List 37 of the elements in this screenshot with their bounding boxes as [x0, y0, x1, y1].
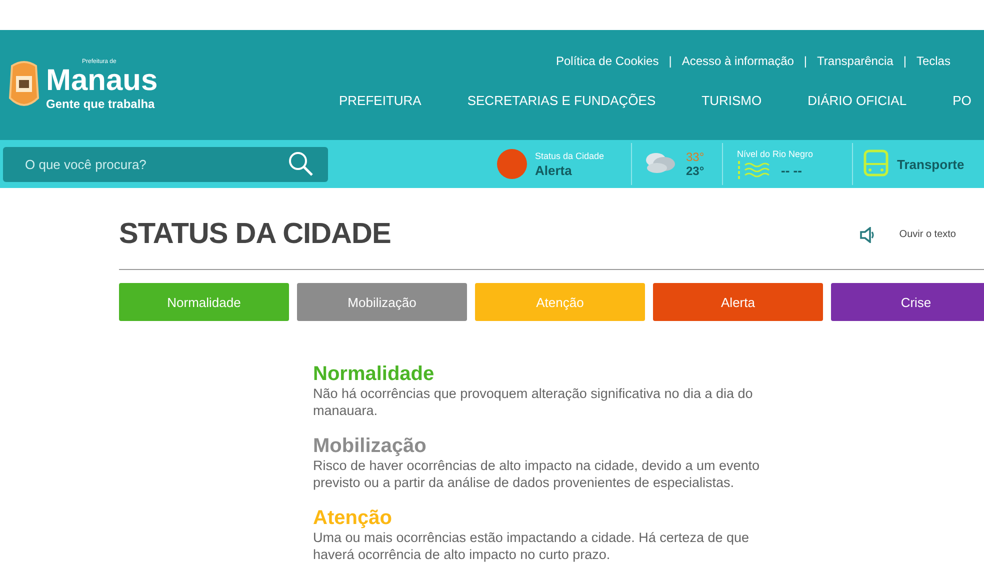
level-button[interactable]: Normalidade: [119, 283, 289, 321]
level-heading: Mobilização: [313, 435, 428, 457]
level-heading: Normalidade: [313, 363, 436, 385]
link-separator: |: [903, 54, 906, 68]
link-separator: |: [668, 54, 672, 68]
search-bar[interactable]: O que você procura?: [3, 146, 328, 182]
page-title: STATUS DA CIDADE: [119, 218, 392, 251]
nav-item[interactable]: SECRETARIAS E FUNDAÇÕES: [467, 93, 656, 108]
level-description: Não há ocorrências que provoquem alteração significativa no dia a dia do manauara.: [313, 385, 754, 419]
river-label: Nível do Rio Negro: [737, 149, 814, 159]
link-separator: |: [804, 54, 808, 68]
river-value: -- --: [781, 162, 802, 178]
top-link[interactable]: Acesso à informação: [682, 54, 794, 68]
search-input[interactable]: O que você procura?: [23, 156, 247, 172]
level-heading: Atenção: [313, 507, 393, 529]
level-description: Uma ou mais ocorrências estão impactando a cidade. Há certeza de que haverá ocorrência de alto impacto no curto prazo.: [313, 529, 750, 563]
nav-item[interactable]: PREFEITURA: [339, 93, 422, 108]
nav-item[interactable]: TURISMO: [702, 93, 762, 108]
search-icon[interactable]: [288, 151, 314, 177]
level-button[interactable]: Mobilização: [297, 283, 467, 321]
status-label: Status da Cidade: [535, 150, 604, 160]
transport-link[interactable]: Transporte: [897, 156, 964, 172]
high-temperature: 33°: [686, 150, 704, 164]
logo-slogan: Gente que trabalha: [46, 96, 156, 112]
top-link[interactable]: Teclas: [916, 54, 950, 68]
low-temperature: 23°: [686, 164, 704, 178]
nav-item[interactable]: PO: [952, 93, 972, 108]
level-button[interactable]: Atenção: [475, 283, 645, 321]
top-link[interactable]: Política de Cookies: [556, 54, 659, 68]
listen-link[interactable]: Ouvir o texto: [899, 229, 956, 240]
nav-item[interactable]: DIÁRIO OFICIAL: [808, 93, 907, 108]
top-link[interactable]: Transparência: [817, 54, 894, 68]
level-description: Risco de haver ocorrências de alto impacto na cidade, devido a um evento previsto ou a partir da análise de dados provenientes de especialistas.: [313, 457, 761, 491]
logo-name: Manaus: [46, 66, 158, 96]
level-button[interactable]: Crise: [831, 283, 984, 321]
level-button[interactable]: Alerta: [653, 283, 823, 321]
status-value[interactable]: Alerta: [535, 162, 604, 178]
